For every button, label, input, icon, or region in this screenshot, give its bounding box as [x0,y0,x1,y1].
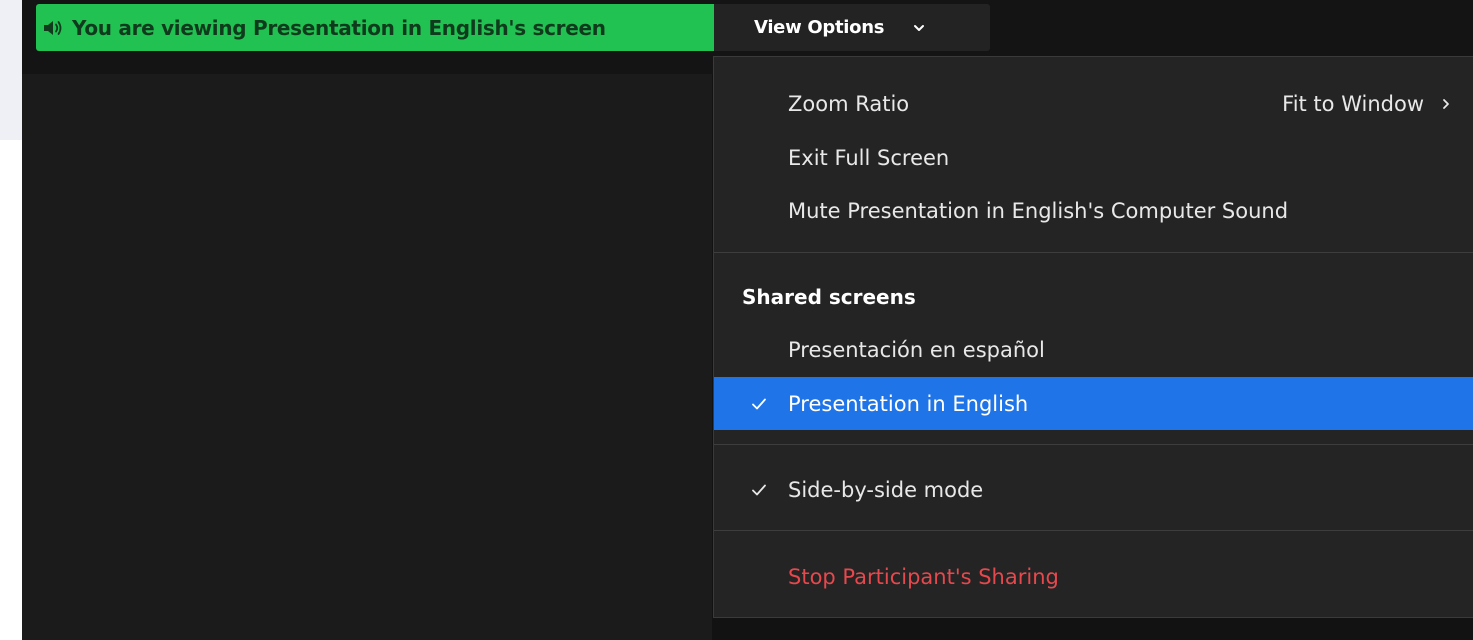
view-options-menu: Zoom Ratio Fit to Window Exit Full Scree… [713,56,1473,618]
shared-screen-label: Presentation in English [788,391,1029,416]
shared-screen-view [22,74,712,640]
view-options-label: View Options [754,17,885,38]
view-options-button[interactable]: View Options [714,4,990,51]
menu-divider [714,530,1473,531]
menu-item-shared-screen-spanish[interactable]: Presentación en español [714,324,1473,376]
mute-computer-sound-label: Mute Presentation in English's Computer … [788,199,1289,223]
exit-full-screen-label: Exit Full Screen [788,146,950,170]
chevron-right-icon [1440,97,1452,111]
menu-item-stop-participant-sharing[interactable]: Stop Participant's Sharing [714,551,1473,603]
zoom-ratio-value: Fit to Window [1282,92,1424,116]
shared-screens-header: Shared screens [742,285,916,309]
menu-item-side-by-side-mode[interactable]: Side-by-side mode [714,464,1473,516]
share-stage: You are viewing Presentation in English'… [22,0,1473,640]
menu-item-zoom-ratio[interactable]: Zoom Ratio Fit to Window [714,78,1473,130]
viewing-banner: You are viewing Presentation in English'… [36,4,714,51]
menu-divider [714,252,1473,253]
menu-item-exit-full-screen[interactable]: Exit Full Screen [714,132,1473,184]
stop-sharing-label: Stop Participant's Sharing [788,565,1059,589]
checkmark-icon [750,395,768,413]
zoom-ratio-label: Zoom Ratio [788,92,910,116]
viewing-banner-text: You are viewing Presentation in English'… [72,15,606,40]
side-by-side-mode-label: Side-by-side mode [788,478,984,502]
menu-item-mute-computer-sound[interactable]: Mute Presentation in English's Computer … [714,185,1473,237]
shared-screen-label: Presentación en español [788,338,1045,362]
zoom-window: You are viewing Presentation in English'… [0,0,1473,640]
chevron-down-icon [912,21,926,35]
menu-divider [714,444,1473,445]
menu-item-shared-screen-english[interactable]: Presentation in English [714,377,1473,430]
speaker-icon [42,17,64,39]
checkmark-icon [750,481,768,499]
background-corner [0,0,22,140]
